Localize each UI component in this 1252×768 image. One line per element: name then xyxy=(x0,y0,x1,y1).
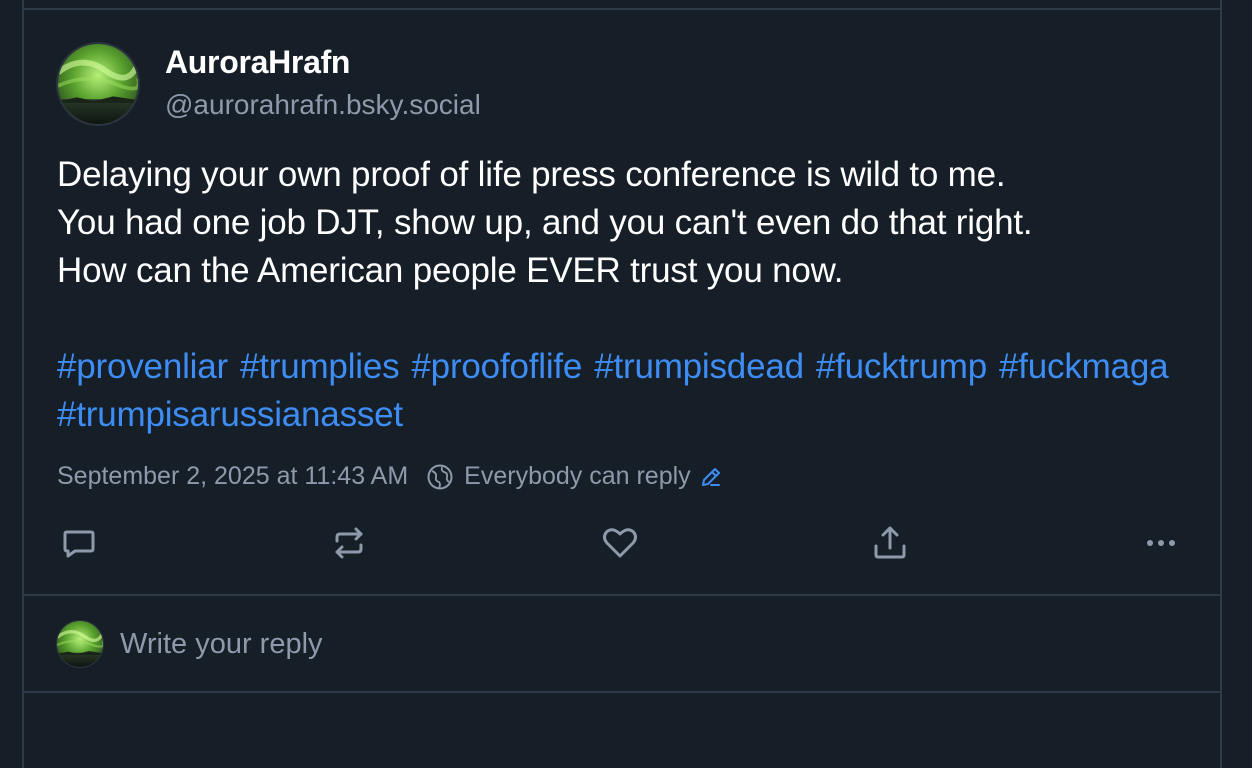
repost-icon xyxy=(335,527,363,559)
hashtag-link[interactable]: #provenliar xyxy=(57,343,228,391)
post-body: Delaying your own proof of life press co… xyxy=(57,151,1033,295)
like-button[interactable] xyxy=(597,520,643,566)
hashtag-link[interactable]: #trumpisdead xyxy=(594,343,804,391)
author-avatar[interactable] xyxy=(56,42,140,126)
repost-button[interactable] xyxy=(326,520,372,566)
divider xyxy=(24,691,1220,693)
more-icon xyxy=(1147,540,1175,546)
hashtag-link[interactable]: #fucktrump xyxy=(816,343,987,391)
hashtag-link[interactable]: #trumplies xyxy=(240,343,400,391)
reply-input[interactable] xyxy=(120,622,720,666)
aurora-avatar-image xyxy=(57,621,103,667)
post-thread-panel: AuroraHrafn @aurorahrafn.bsky.social Del… xyxy=(22,0,1222,768)
post-meta-row: September 2, 2025 at 11:43 AM Everybody … xyxy=(57,462,723,491)
hashtag-link[interactable]: #fuckmaga xyxy=(999,343,1169,391)
globe-icon xyxy=(427,464,453,489)
reply-setting-label[interactable]: Everybody can reply xyxy=(464,462,691,491)
edit-pencil-icon[interactable] xyxy=(699,465,723,489)
like-icon xyxy=(603,528,637,558)
author-handle[interactable]: @aurorahrafn.bsky.social xyxy=(165,89,481,121)
top-divider xyxy=(24,8,1220,10)
share-icon xyxy=(874,526,906,559)
share-button[interactable] xyxy=(867,520,913,566)
post-text-line: How can the American people EVER trust y… xyxy=(57,251,844,290)
hashtag-link[interactable]: #proofoflife xyxy=(411,343,582,391)
reply-icon xyxy=(63,530,95,558)
post-timestamp[interactable]: September 2, 2025 at 11:43 AM xyxy=(57,462,408,491)
post-text-line: Delaying your own proof of life press co… xyxy=(57,155,1006,194)
reply-button[interactable] xyxy=(56,520,102,566)
more-options-button[interactable] xyxy=(1138,520,1184,566)
aurora-avatar-image xyxy=(58,44,138,124)
hashtag-link[interactable]: #trumpisarussianasset xyxy=(57,391,403,439)
post-action-bar xyxy=(24,520,1220,566)
current-user-avatar xyxy=(56,620,104,668)
hashtag-list: #provenliar #trumplies #proofoflife #trumpi… xyxy=(57,343,1207,439)
divider xyxy=(24,594,1220,596)
post-text-line: You had one job DJT, show up, and you ca… xyxy=(57,203,1033,242)
author-display-name[interactable]: AuroraHrafn xyxy=(165,44,350,81)
